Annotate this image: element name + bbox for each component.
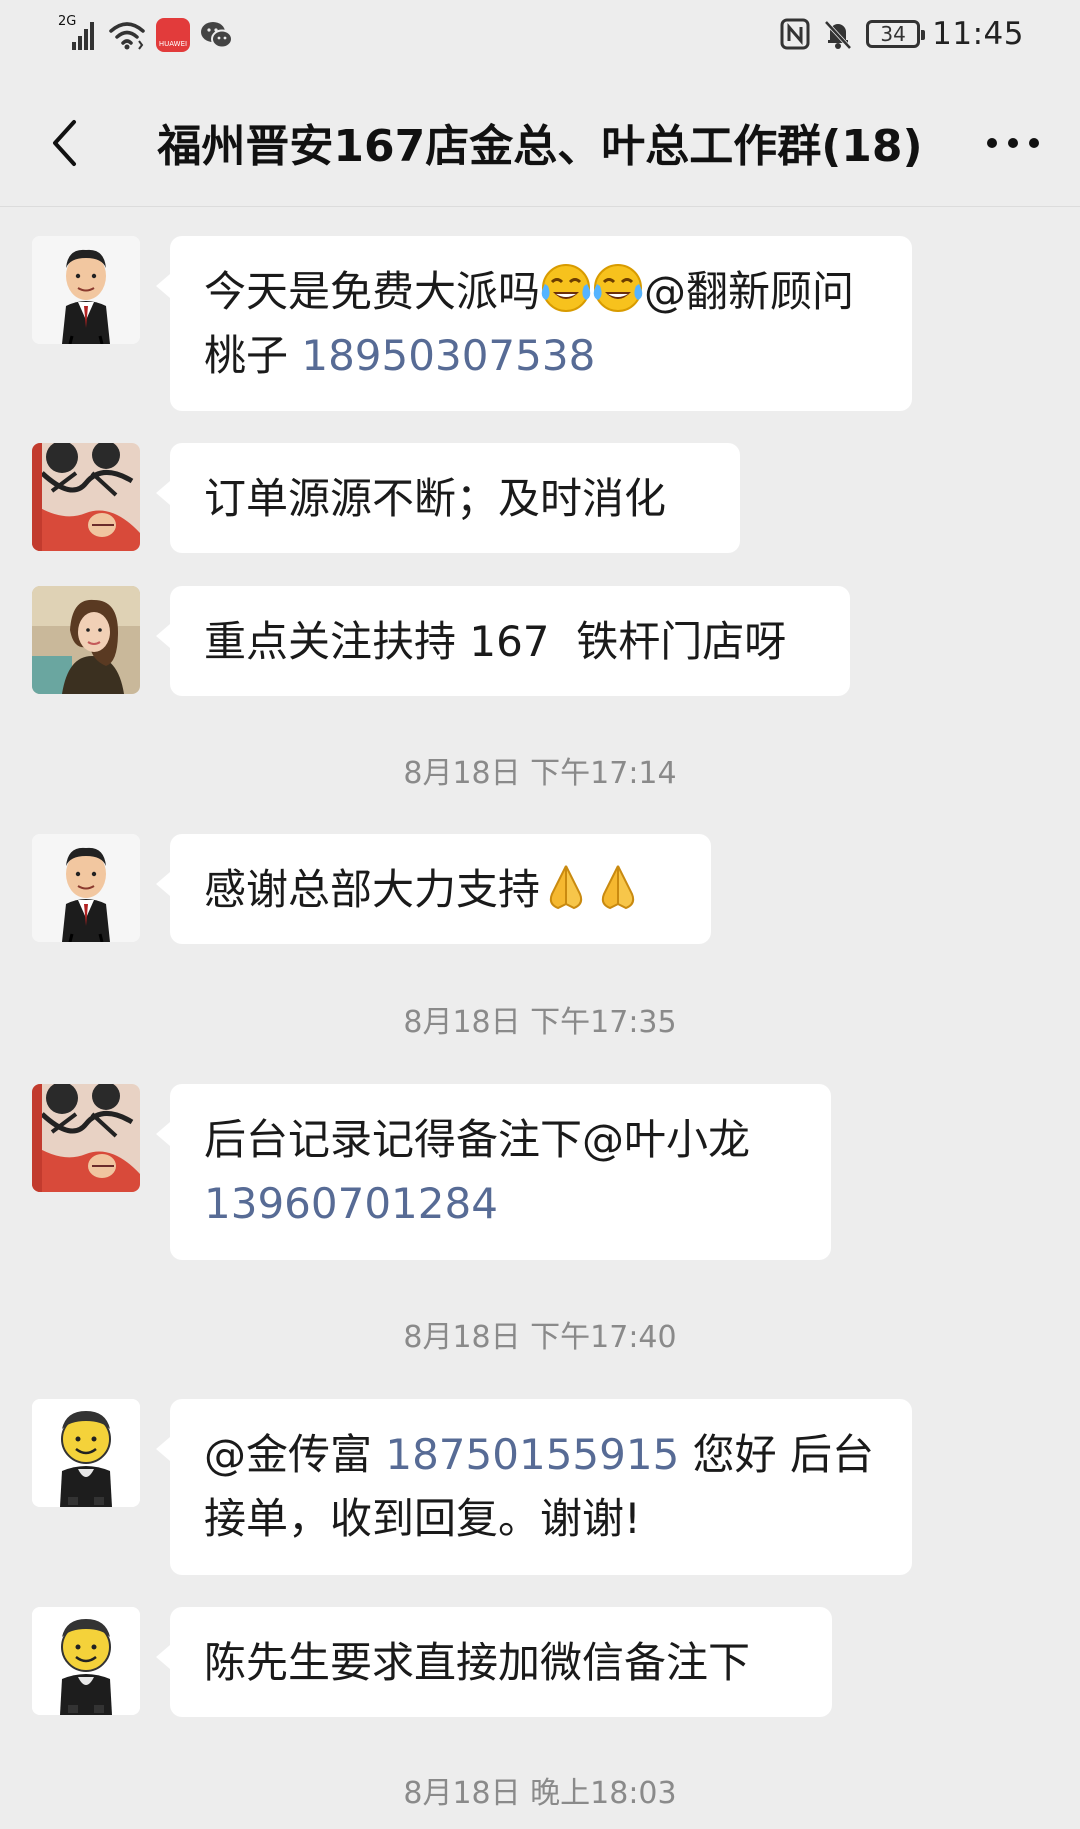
message-bubble[interactable]: @金传富 18750155915 您好 后台接单，收到回复。谢谢! <box>156 1399 912 1575</box>
battery-icon: 34 <box>866 20 926 48</box>
message-bubble[interactable]: 后台记录记得备注下@叶小龙 13960701284 <box>156 1084 831 1260</box>
phone-link[interactable]: 18750155915 <box>385 1430 679 1479</box>
signal-icon: 2G <box>58 14 98 52</box>
more-button[interactable] <box>978 108 1048 178</box>
status-time: 11:45 <box>932 16 1024 52</box>
crying-laughing-emoji-icon <box>540 263 592 313</box>
nfc-icon <box>780 18 810 50</box>
more-dots-icon <box>987 138 1039 148</box>
phone-link[interactable]: 18950307538 <box>301 331 595 380</box>
timestamp: 8月18日 晚上18:03 <box>403 1776 677 1811</box>
huawei-appgallery-icon: HUAWEI <box>156 18 190 52</box>
mute-bell-icon <box>824 20 852 50</box>
phone-link[interactable]: 13960701284 <box>204 1179 498 1228</box>
timestamp: 8月18日 下午17:35 <box>403 1005 677 1040</box>
chat-title: 福州晋安167店金总、叶总工作群(18) <box>157 121 923 172</box>
message-text: 感谢总部大力支持 <box>204 865 541 914</box>
huawei-label: HUAWEI <box>158 40 188 48</box>
status-bar: 2G HUAWEI 34 11:45 <box>0 0 1080 78</box>
status-right: 34 11:45 <box>780 16 1024 52</box>
avatar[interactable] <box>32 1607 140 1715</box>
avatar[interactable] <box>32 1084 140 1192</box>
network-type-label: 2G <box>58 14 77 29</box>
message-bubble[interactable]: 陈先生要求直接加微信备注下 <box>156 1607 832 1717</box>
avatar[interactable] <box>32 443 140 551</box>
mention-text[interactable]: 后台记录记得备注下@叶小龙 <box>204 1115 750 1164</box>
message-bubble[interactable]: 感谢总部大力支持 <box>156 834 711 944</box>
battery-level: 34 <box>880 22 906 46</box>
wechat-icon <box>201 22 233 49</box>
avatar[interactable] <box>32 236 140 344</box>
praying-hands-emoji-icon <box>601 865 635 909</box>
avatar[interactable] <box>32 1399 140 1507</box>
praying-hands-emoji-icon <box>549 865 583 909</box>
message-bubble[interactable]: 重点关注扶持 167 铁杆门店呀 <box>156 586 850 696</box>
back-button[interactable] <box>30 108 100 178</box>
message-bubble[interactable]: 今天是免费大派吗 @翻新顾问桃子 18950307538 <box>156 236 912 411</box>
chevron-left-icon <box>53 120 76 166</box>
mention-text[interactable]: @金传富 <box>204 1430 385 1479</box>
message-text: 订单源源不断；及时消化 <box>204 474 667 523</box>
avatar[interactable] <box>32 834 140 942</box>
message-text: 今天是免费大派吗 <box>204 267 541 316</box>
message-text: 重点关注扶持 167 铁杆门店呀 <box>204 617 787 666</box>
avatar[interactable] <box>32 586 140 694</box>
message-bubble[interactable]: 订单源源不断；及时消化 <box>156 443 740 553</box>
timestamp: 8月18日 下午17:14 <box>403 756 677 791</box>
crying-laughing-emoji-icon <box>592 263 644 313</box>
timestamp: 8月18日 下午17:40 <box>403 1320 677 1355</box>
wifi-icon <box>109 22 145 50</box>
chat-header: 福州晋安167店金总、叶总工作群(18) <box>0 78 1080 207</box>
status-left: 2G HUAWEI <box>58 14 234 52</box>
message-text: 陈先生要求直接加微信备注下 <box>204 1638 751 1687</box>
